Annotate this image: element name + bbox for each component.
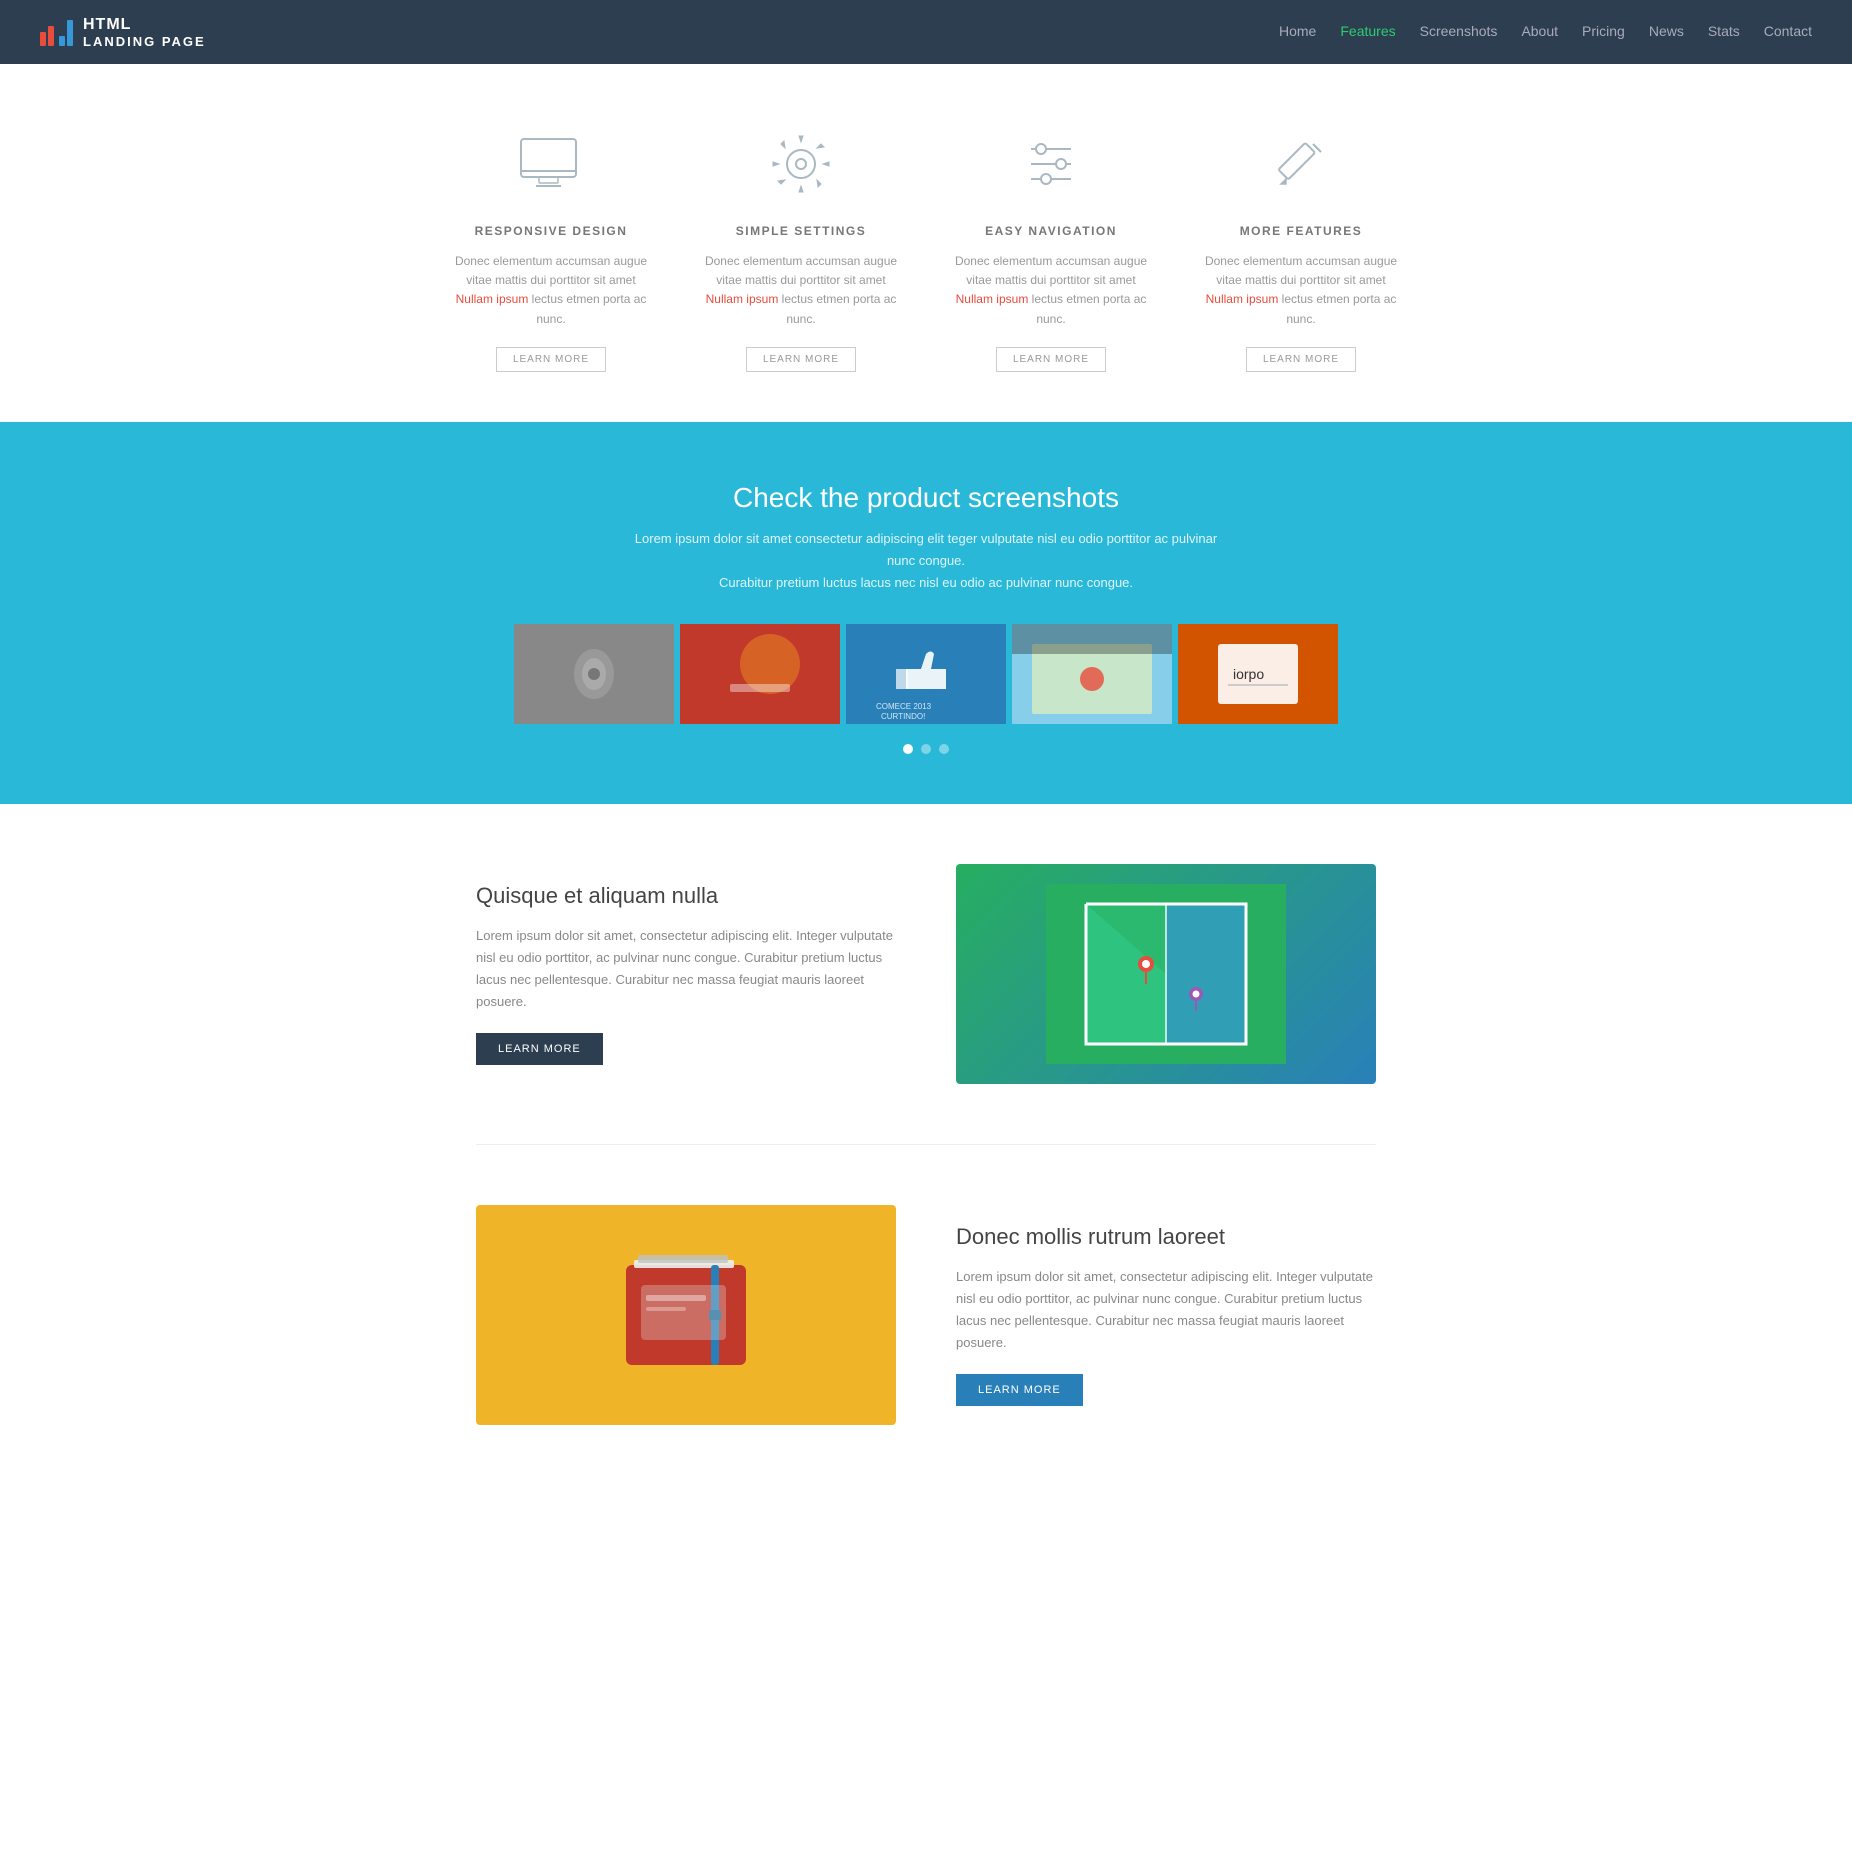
nav-item-features[interactable]: Features [1340, 23, 1395, 41]
feature-title-responsive: RESPONSIVE DESIGN [446, 224, 656, 238]
nav-item-screenshots[interactable]: Screenshots [1420, 23, 1498, 41]
screenshots-desc: Lorem ipsum dolor sit amet consectetur a… [626, 528, 1226, 594]
screenshot-thumb-1[interactable] [514, 624, 674, 724]
nav-item-contact[interactable]: Contact [1764, 23, 1812, 41]
feature-block-wallet-image [476, 1205, 896, 1425]
nav-link-contact[interactable]: Contact [1764, 23, 1812, 39]
dot-3[interactable] [939, 744, 949, 754]
feature-learn-navigation[interactable]: LEARN MORE [996, 347, 1106, 372]
feature-block-map-image [956, 864, 1376, 1084]
responsive-design-icon [511, 124, 591, 204]
feature-card-settings: SIMPLE SETTINGS Donec elementum accumsan… [696, 124, 906, 372]
feature-learn-settings[interactable]: LEARN MORE [746, 347, 856, 372]
nav-menu: Home Features Screenshots About Pricing … [1279, 23, 1812, 41]
more-features-icon [1261, 124, 1341, 204]
feature-learn-more[interactable]: LEARN MORE [1246, 347, 1356, 372]
nav-link-home[interactable]: Home [1279, 23, 1316, 39]
screenshot-thumb-2[interactable] [680, 624, 840, 724]
brand-icon [40, 18, 73, 46]
feature-card-responsive: RESPONSIVE DESIGN Donec elementum accums… [446, 124, 656, 372]
feature-desc-navigation: Donec elementum accumsan augue vitae mat… [946, 252, 1156, 329]
feature-block-wallet: Donec mollis rutrum laoreet Lorem ipsum … [476, 1205, 1376, 1425]
simple-settings-icon [761, 124, 841, 204]
feature-blocks-section: Quisque et aliquam nulla Lorem ipsum dol… [0, 804, 1852, 1545]
brand-html-label: HTML [83, 16, 206, 34]
svg-text:COMECE 2013: COMECE 2013 [876, 702, 932, 711]
feature-title-navigation: EASY NAVIGATION [946, 224, 1156, 238]
svg-text:iorpo: iorpo [1233, 666, 1264, 682]
feature-block-map-text: Quisque et aliquam nulla Lorem ipsum dol… [476, 883, 896, 1065]
screenshot-thumb-5[interactable]: iorpo [1178, 624, 1338, 724]
nav-link-screenshots[interactable]: Screenshots [1420, 23, 1498, 39]
nav-link-stats[interactable]: Stats [1708, 23, 1740, 39]
screenshot-thumb-3[interactable]: COMECE 2013 CURTINDO! [846, 624, 1006, 724]
dot-1[interactable] [903, 744, 913, 754]
nav-item-about[interactable]: About [1521, 23, 1558, 41]
brand-landing-label: LANDING PAGE [83, 34, 206, 49]
nav-item-pricing[interactable]: Pricing [1582, 23, 1625, 41]
brand-title: HTML LANDING PAGE [83, 16, 206, 49]
wallet-illustration [476, 1205, 896, 1425]
feature-desc-more: Donec elementum accumsan augue vitae mat… [1196, 252, 1406, 329]
feature-block-wallet-title: Donec mollis rutrum laoreet [956, 1224, 1376, 1250]
nav-link-features[interactable]: Features [1340, 23, 1395, 39]
screenshots-row: COMECE 2013 CURTINDO! iorpo [40, 624, 1812, 724]
feature-block-wallet-desc: Lorem ipsum dolor sit amet, consectetur … [956, 1266, 1376, 1354]
features-grid: RESPONSIVE DESIGN Donec elementum accums… [446, 124, 1406, 372]
screenshot-thumb-4[interactable] [1012, 624, 1172, 724]
screenshots-heading: Check the product screenshots [40, 482, 1812, 514]
nav-link-news[interactable]: News [1649, 23, 1684, 39]
feature-desc-settings: Donec elementum accumsan augue vitae mat… [696, 252, 906, 329]
feature-card-more: MORE FEATURES Donec elementum accumsan a… [1196, 124, 1406, 372]
screenshots-section: Check the product screenshots Lorem ipsu… [0, 422, 1852, 804]
section-divider [476, 1144, 1376, 1145]
dot-2[interactable] [921, 744, 931, 754]
nav-item-news[interactable]: News [1649, 23, 1684, 41]
feature-title-settings: SIMPLE SETTINGS [696, 224, 906, 238]
nav-link-about[interactable]: About [1521, 23, 1558, 39]
feature-block-wallet-button[interactable]: LEARN MORE [956, 1374, 1083, 1406]
easy-navigation-icon [1011, 124, 1091, 204]
feature-block-map: Quisque et aliquam nulla Lorem ipsum dol… [476, 864, 1376, 1084]
map-illustration [956, 864, 1376, 1084]
svg-text:CURTINDO!: CURTINDO! [881, 712, 925, 721]
feature-desc-responsive: Donec elementum accumsan augue vitae mat… [446, 252, 656, 329]
nav-link-pricing[interactable]: Pricing [1582, 23, 1625, 39]
feature-title-more: MORE FEATURES [1196, 224, 1406, 238]
features-section: RESPONSIVE DESIGN Donec elementum accums… [0, 64, 1852, 422]
feature-card-navigation: EASY NAVIGATION Donec elementum accumsan… [946, 124, 1156, 372]
nav-item-stats[interactable]: Stats [1708, 23, 1740, 41]
navbar: HTML LANDING PAGE Home Features Screensh… [0, 0, 1852, 64]
feature-block-map-desc: Lorem ipsum dolor sit amet, consectetur … [476, 925, 896, 1013]
dot-navigation [40, 744, 1812, 754]
feature-block-wallet-text: Donec mollis rutrum laoreet Lorem ipsum … [956, 1224, 1376, 1406]
brand: HTML LANDING PAGE [40, 16, 1279, 49]
feature-block-map-title: Quisque et aliquam nulla [476, 883, 896, 909]
nav-item-home[interactable]: Home [1279, 23, 1316, 41]
feature-block-map-button[interactable]: LEARN MORE [476, 1033, 603, 1065]
feature-learn-responsive[interactable]: LEARN MORE [496, 347, 606, 372]
